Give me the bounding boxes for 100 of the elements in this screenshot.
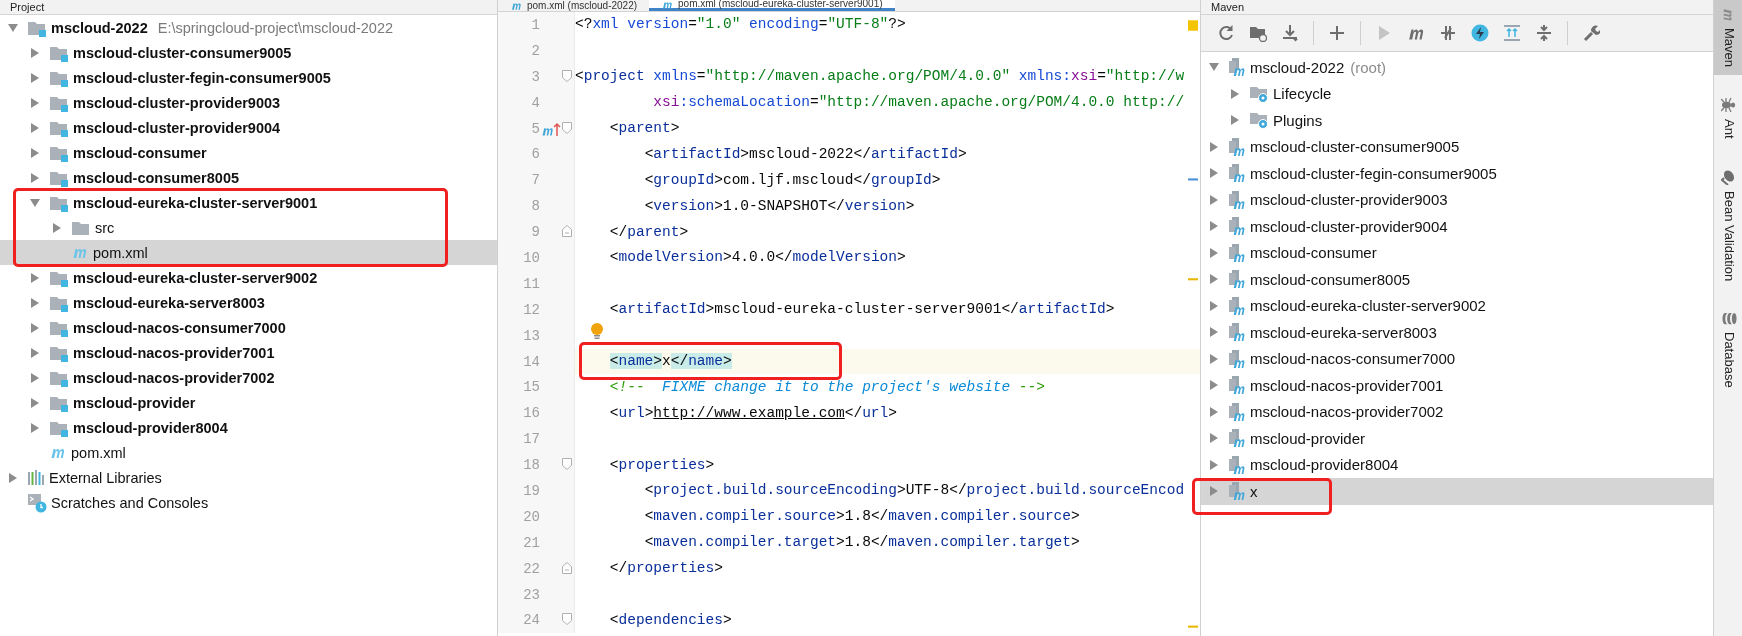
expand-arrow-icon[interactable]	[30, 297, 40, 308]
fold-icon[interactable]	[562, 458, 572, 471]
tree-item[interactable]: mscloud-consumer8005	[1201, 266, 1713, 293]
tree-item[interactable]: mscloud-cluster-fegin-consumer9005	[1201, 160, 1713, 187]
editor-tab[interactable]: pom.xml (mscloud-2022)	[498, 0, 650, 11]
expand-arrow-icon[interactable]	[1209, 406, 1219, 417]
tree-item[interactable]: mscloud-eureka-server8003	[1201, 319, 1713, 346]
tree-item[interactable]: Plugins	[1201, 107, 1713, 134]
tree-item[interactable]: pom.xml	[0, 440, 497, 465]
collapse-all-icon[interactable]	[1535, 24, 1553, 42]
tree-item[interactable]: x	[1201, 478, 1713, 505]
tree-item[interactable]: mscloud-nacos-provider7002	[0, 365, 497, 390]
tree-item[interactable]: mscloud-cluster-fegin-consumer9005	[0, 65, 497, 90]
collapse-arrow-icon[interactable]	[8, 22, 18, 33]
editor-tab[interactable]: pom.xml (mscloud-eureka-cluster-server9001)	[649, 0, 895, 11]
collapse-arrow-icon[interactable]	[30, 197, 40, 208]
expand-arrow-icon[interactable]	[1209, 300, 1219, 311]
fold-icon[interactable]	[562, 225, 572, 238]
expand-arrow-icon[interactable]	[1209, 459, 1219, 470]
line-number: 19	[522, 482, 540, 499]
expand-arrow-icon[interactable]	[1209, 380, 1219, 391]
tree-item[interactable]: Lifecycle	[1201, 80, 1713, 107]
fold-icon[interactable]	[562, 561, 572, 574]
download-icon[interactable]	[1281, 24, 1299, 42]
expand-arrow-icon[interactable]	[30, 397, 40, 408]
tree-item[interactable]: mscloud-cluster-consumer9005	[1201, 133, 1713, 160]
fold-icon[interactable]	[562, 69, 572, 82]
side-tab[interactable]: Maven	[1714, 0, 1742, 76]
tree-item[interactable]: mscloud-consumer	[1201, 239, 1713, 266]
line-number: 9	[530, 224, 540, 241]
tree-item[interactable]: mscloud-nacos-provider7001	[1201, 372, 1713, 399]
collapse-arrow-icon[interactable]	[1209, 62, 1219, 73]
fold-icon[interactable]	[562, 121, 572, 134]
expand-arrow-icon[interactable]	[1209, 141, 1219, 152]
tree-item[interactable]: mscloud-nacos-consumer7000	[1201, 345, 1713, 372]
expand-arrow-icon[interactable]	[1209, 194, 1219, 205]
tree-item[interactable]: mscloud-cluster-provider9003	[0, 90, 497, 115]
expand-arrow-icon[interactable]	[30, 97, 40, 108]
code-line: <parent>	[608, 120, 680, 136]
tree-item[interactable]: mscloud-eureka-server8003	[0, 290, 497, 315]
side-tab[interactable]: Bean Validation	[1714, 160, 1742, 289]
tree-item[interactable]: Scratches and Consoles	[0, 490, 497, 515]
tree-item[interactable]: mscloud-provider	[1201, 425, 1713, 452]
expand-arrow-icon[interactable]	[1230, 88, 1240, 99]
line-number: 7	[530, 172, 540, 189]
tree-item[interactable]: External Libraries	[0, 465, 497, 490]
tree-item[interactable]: mscloud-cluster-provider9004	[0, 115, 497, 140]
expand-arrow-icon[interactable]	[30, 347, 40, 358]
tree-item[interactable]: mscloud-nacos-provider7002	[1201, 398, 1713, 425]
fold-icon[interactable]	[562, 613, 572, 626]
expand-arrow-icon[interactable]	[30, 172, 40, 183]
code-line: <project.build.sourceEncoding>UTF-8</project.build.sourceEncod	[643, 482, 1185, 499]
overrides-icon[interactable]	[541, 120, 561, 137]
expand-arrow-icon[interactable]	[52, 222, 62, 233]
expand-arrow-icon[interactable]	[30, 272, 40, 283]
folder-refresh-icon[interactable]	[1249, 24, 1267, 42]
expand-arrow-icon[interactable]	[1209, 486, 1219, 497]
tree-item[interactable]: mscloud-provider8004	[1201, 451, 1713, 478]
expand-arrow-icon[interactable]	[30, 147, 40, 158]
expand-arrow-icon[interactable]	[30, 47, 40, 58]
expand-arrow-icon[interactable]	[30, 422, 40, 433]
expand-arrow-icon[interactable]	[30, 122, 40, 133]
expand-arrow-icon[interactable]	[1209, 247, 1219, 258]
tree-item[interactable]: mscloud-cluster-provider9003	[1201, 186, 1713, 213]
expand-arrow-icon[interactable]	[30, 72, 40, 83]
tree-item[interactable]: mscloud-cluster-consumer9005	[0, 40, 497, 65]
tree-item[interactable]: pom.xml	[0, 240, 497, 265]
tree-item[interactable]: mscloud-eureka-cluster-server9001	[0, 190, 497, 215]
tree-item[interactable]: mscloud-provider	[0, 390, 497, 415]
tree-item[interactable]: mscloud-eureka-cluster-server9002	[1201, 292, 1713, 319]
tree-item[interactable]: mscloud-2022 (root)	[1201, 54, 1713, 81]
tree-item[interactable]: mscloud-provider8004	[0, 415, 497, 440]
expand-arrow-icon[interactable]	[1230, 115, 1240, 126]
refresh-icon[interactable]	[1217, 24, 1235, 42]
side-tab[interactable]: Ant	[1714, 89, 1742, 147]
expand-all-icon[interactable]	[1503, 24, 1521, 42]
expand-arrow-icon[interactable]	[1209, 327, 1219, 338]
tree-item[interactable]: mscloud-consumer8005	[0, 165, 497, 190]
tree-item[interactable]: mscloud-nacos-provider7001	[0, 340, 497, 365]
expand-arrow-icon[interactable]	[30, 372, 40, 383]
expand-arrow-icon[interactable]	[1209, 433, 1219, 444]
expand-arrow-icon[interactable]	[8, 472, 18, 483]
add-icon[interactable]	[1328, 24, 1346, 42]
bug-icon	[1721, 97, 1737, 114]
side-tab[interactable]: Database	[1714, 302, 1742, 396]
lightbulb-icon[interactable]	[590, 323, 604, 342]
tree-item[interactable]: mscloud-consumer	[0, 140, 497, 165]
skip-tests-icon[interactable]	[1439, 24, 1457, 42]
tree-item[interactable]: mscloud-2022 E:\springcloud-project\mscloud-2022	[0, 15, 497, 40]
tree-item[interactable]: mscloud-eureka-cluster-server9002	[0, 265, 497, 290]
expand-arrow-icon[interactable]	[30, 322, 40, 333]
wrench-icon[interactable]	[1582, 24, 1600, 42]
expand-arrow-icon[interactable]	[1209, 353, 1219, 364]
expand-arrow-icon[interactable]	[1209, 221, 1219, 232]
expand-arrow-icon[interactable]	[1209, 168, 1219, 179]
tree-item[interactable]: src	[0, 215, 497, 240]
expand-arrow-icon[interactable]	[1209, 274, 1219, 285]
lightning-icon[interactable]	[1471, 24, 1489, 42]
tree-item[interactable]: mscloud-cluster-provider9004	[1201, 213, 1713, 240]
tree-item[interactable]: mscloud-nacos-consumer7000	[0, 315, 497, 340]
